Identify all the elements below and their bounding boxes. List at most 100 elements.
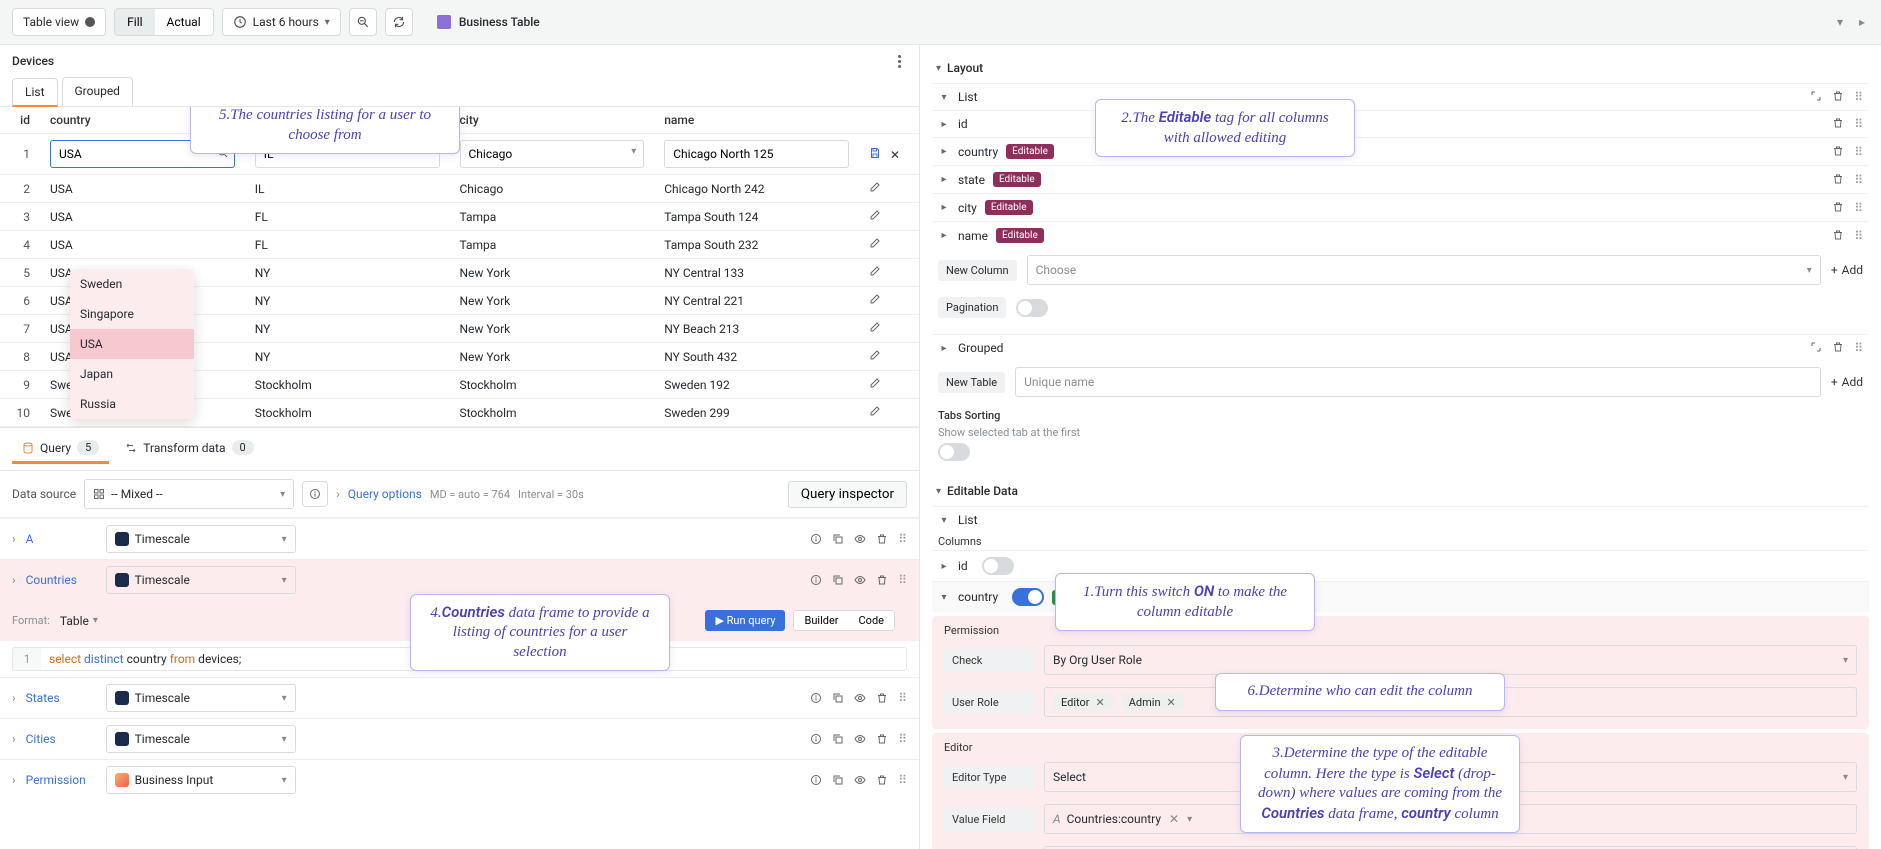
new-table-input[interactable]: Unique name — [1015, 367, 1821, 397]
fill-button[interactable]: Fill — [115, 9, 154, 35]
format-value[interactable]: Table ▾ — [60, 614, 98, 628]
trash-icon[interactable] — [1832, 117, 1844, 129]
builder-button[interactable]: Builder — [794, 611, 848, 630]
cancel-icon[interactable]: ✕ — [890, 148, 900, 162]
chevron-down-icon[interactable]: ▾ — [1833, 15, 1847, 29]
eye-icon[interactable] — [854, 692, 866, 704]
dropdown-option[interactable]: Sweden — [70, 269, 194, 299]
query-datasource-select[interactable]: Timescale ▾ — [106, 684, 296, 712]
section-editable-data[interactable]: ▾ Editable Data — [932, 476, 1869, 506]
layout-grouped-row[interactable]: ▸ Grouped ⠿ — [932, 334, 1869, 361]
save-icon[interactable] — [869, 147, 881, 159]
run-query-button[interactable]: ▶ Run query — [705, 610, 785, 631]
chevron-right-icon[interactable]: › — [12, 773, 16, 787]
name-input[interactable] — [664, 140, 849, 168]
expand-icon[interactable] — [1810, 341, 1822, 353]
pagination-toggle[interactable] — [1016, 299, 1048, 317]
duplicate-icon[interactable] — [832, 574, 844, 586]
query-name[interactable]: Cities — [26, 732, 96, 746]
query-options-link[interactable]: Query options — [348, 487, 422, 501]
col-id[interactable]: id — [0, 107, 40, 134]
tab-list[interactable]: List — [12, 78, 58, 107]
duplicate-icon[interactable] — [832, 533, 844, 545]
tab-transform[interactable]: Transform data 0 — [115, 434, 263, 464]
chevron-right-icon[interactable]: › — [336, 487, 340, 501]
panel-menu-button[interactable] — [891, 53, 907, 69]
new-column-select[interactable]: Choose ▾ — [1027, 255, 1821, 285]
remove-icon[interactable]: ✕ — [1096, 696, 1105, 709]
layout-col-country[interactable]: ▸ country Editable ⠿ — [932, 137, 1869, 165]
code-button[interactable]: Code — [849, 611, 894, 630]
eye-icon[interactable] — [854, 733, 866, 745]
col-city[interactable]: city — [450, 107, 655, 134]
expand-icon[interactable] — [1810, 90, 1822, 102]
layout-list-row[interactable]: ▾ List ⠿ — [932, 83, 1869, 110]
query-name[interactable]: Permission — [26, 773, 96, 787]
editable-list-row[interactable]: ▾ List — [932, 506, 1869, 533]
trash-icon[interactable] — [1832, 229, 1844, 241]
drag-icon[interactable]: ⠿ — [1854, 201, 1863, 215]
drag-icon[interactable]: ⠿ — [1854, 229, 1863, 243]
add-column-button[interactable]: +Add — [1831, 263, 1863, 277]
tableview-pill[interactable]: Table view — [12, 8, 106, 36]
layout-col-id[interactable]: ▸ id ⠿ — [932, 110, 1869, 137]
drag-icon[interactable]: ⠿ — [898, 691, 907, 705]
chevron-right-icon[interactable]: ▸ — [1855, 15, 1869, 29]
query-name[interactable]: A — [26, 532, 96, 546]
dropdown-option[interactable]: Japan — [70, 359, 194, 389]
section-layout[interactable]: ▾ Layout — [932, 53, 1869, 83]
info-icon[interactable] — [810, 692, 822, 704]
edit-icon[interactable] — [869, 349, 881, 361]
layout-col-state[interactable]: ▸ state Editable ⠿ — [932, 165, 1869, 193]
trash-icon[interactable] — [876, 733, 888, 745]
drag-icon[interactable]: ⠿ — [898, 532, 907, 546]
info-icon[interactable] — [810, 574, 822, 586]
trash-icon[interactable] — [1832, 145, 1844, 157]
trash-icon[interactable] — [876, 533, 888, 545]
query-name[interactable]: Countries — [26, 573, 96, 587]
duplicate-icon[interactable] — [832, 692, 844, 704]
drag-icon[interactable]: ⠿ — [898, 573, 907, 587]
trash-icon[interactable] — [876, 574, 888, 586]
trash-icon[interactable] — [1832, 90, 1844, 102]
edit-icon[interactable] — [869, 265, 881, 277]
edit-icon[interactable] — [869, 181, 881, 193]
query-name[interactable]: States — [26, 691, 96, 705]
duplicate-icon[interactable] — [832, 774, 844, 786]
info-icon[interactable] — [810, 533, 822, 545]
dropdown-option[interactable]: USA — [70, 329, 194, 359]
eye-icon[interactable] — [854, 774, 866, 786]
drag-icon[interactable]: ⠿ — [1854, 145, 1863, 159]
datasource-help-button[interactable] — [302, 481, 328, 507]
chevron-right-icon[interactable]: › — [12, 732, 16, 746]
edit-icon[interactable] — [869, 209, 881, 221]
datasource-select[interactable]: -- Mixed -- ▾ — [84, 479, 294, 509]
drag-icon[interactable]: ⠿ — [1854, 173, 1863, 187]
layout-col-name[interactable]: ▸ name Editable ⠿ — [932, 221, 1869, 249]
dropdown-option[interactable]: Singapore — [70, 299, 194, 329]
check-select[interactable]: By Org User Role ▾ — [1044, 645, 1857, 675]
eye-icon[interactable] — [854, 574, 866, 586]
drag-icon[interactable]: ⠿ — [1854, 341, 1863, 355]
edit-icon[interactable] — [869, 405, 881, 417]
edit-icon[interactable] — [869, 377, 881, 389]
query-inspector-button[interactable]: Query inspector — [788, 481, 907, 508]
tab-query[interactable]: Query 5 — [12, 434, 109, 464]
trash-icon[interactable] — [1832, 173, 1844, 185]
id-editable-toggle[interactable] — [982, 557, 1014, 575]
country-dropdown[interactable]: SwedenSingaporeUSAJapanRussia — [70, 269, 194, 419]
trash-icon[interactable] — [876, 774, 888, 786]
clear-icon[interactable]: ✕ — [1169, 812, 1179, 826]
role-chip[interactable]: Admin✕ — [1121, 694, 1184, 711]
remove-icon[interactable]: ✕ — [1167, 696, 1176, 709]
chevron-right-icon[interactable]: › — [12, 691, 16, 705]
query-datasource-select[interactable]: Timescale ▾ — [106, 525, 296, 553]
drag-icon[interactable]: ⠿ — [898, 732, 907, 746]
duplicate-icon[interactable] — [832, 733, 844, 745]
edit-icon[interactable] — [869, 293, 881, 305]
drag-icon[interactable]: ⠿ — [898, 773, 907, 787]
eye-icon[interactable] — [854, 533, 866, 545]
info-icon[interactable] — [810, 774, 822, 786]
chevron-right-icon[interactable]: › — [12, 532, 16, 546]
query-datasource-select[interactable]: Business Input ▾ — [106, 766, 296, 794]
